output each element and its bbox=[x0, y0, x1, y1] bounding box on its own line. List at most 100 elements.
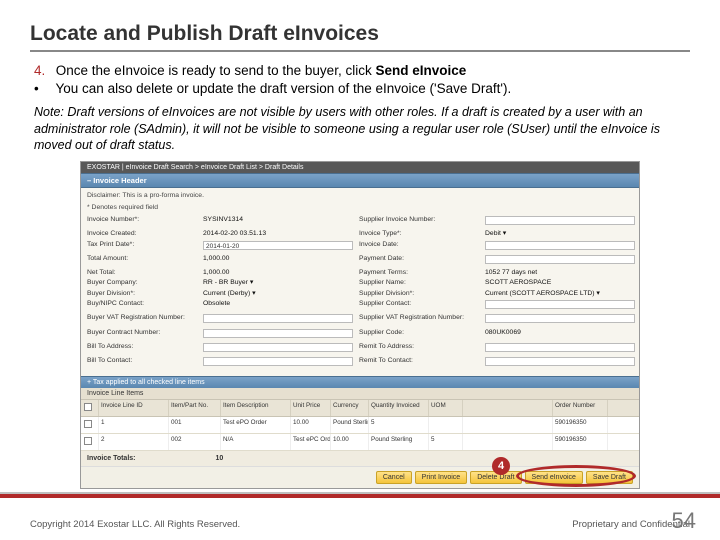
cell: 002 bbox=[169, 434, 221, 450]
step-text: Once the eInvoice is ready to send to th… bbox=[56, 63, 376, 78]
lbl-buyco: Buyer Company: bbox=[87, 279, 197, 288]
section-line-items: Invoice Line Items bbox=[81, 388, 639, 399]
lbl-payterm: Payment Terms: bbox=[359, 269, 479, 278]
cell: 5 bbox=[369, 417, 429, 433]
lbl-invdate: Invoice Date: bbox=[359, 241, 479, 254]
cell: Pound Sterling bbox=[369, 434, 429, 450]
checkbox-all[interactable] bbox=[84, 403, 92, 411]
checkbox-row[interactable] bbox=[84, 437, 92, 445]
lbl-buycon: Buy/NIPC Contact: bbox=[87, 300, 197, 313]
input-billto[interactable] bbox=[203, 357, 353, 366]
section-tax[interactable]: + Tax applied to all checked line items bbox=[81, 376, 639, 388]
page-title: Locate and Publish Draft eInvoices bbox=[30, 22, 690, 46]
lbl-billto: Bill To Contact: bbox=[87, 357, 197, 370]
val-supdiv[interactable]: Current (SCOTT AEROSPACE LTD) ▾ bbox=[485, 290, 635, 299]
val-buydiv[interactable]: Current (Derby) ▾ bbox=[203, 290, 353, 299]
bullet: • bbox=[34, 80, 52, 98]
lbl-buydiv: Buyer Division*: bbox=[87, 290, 197, 299]
col-unit-price: Unit Price bbox=[291, 400, 331, 416]
lbl-taxdate: Tax Print Date*: bbox=[87, 241, 197, 254]
col-item-part: Item/Part No. bbox=[169, 400, 221, 416]
cell: Test ePC Order bbox=[291, 434, 331, 450]
cell: 10.00 bbox=[331, 434, 369, 450]
lbl-buyvat: Buyer VAT Registration Number: bbox=[87, 314, 197, 327]
cell: 2 bbox=[99, 434, 169, 450]
input-supcon[interactable] bbox=[485, 300, 635, 309]
input-remitcon[interactable] bbox=[485, 357, 635, 366]
save-draft-button[interactable]: Save Draft bbox=[586, 471, 633, 484]
val-buycon: Obsolete bbox=[203, 300, 353, 313]
val-created: 2014-02-20 03.51.13 bbox=[203, 230, 353, 239]
val-invtype[interactable]: Debit ▾ bbox=[485, 230, 635, 239]
disclaimer-1: Disclaimer: This is a pro-forma invoice. bbox=[87, 192, 633, 201]
send-einvoice-button[interactable]: Send eInvoice bbox=[525, 471, 583, 484]
line-items-grid: Invoice Line ID Item/Part No. Item Descr… bbox=[81, 399, 639, 451]
page-number: 54 bbox=[672, 508, 696, 534]
col-uom: UOM bbox=[429, 400, 463, 416]
cell: 001 bbox=[169, 417, 221, 433]
val-invoice-number: SYSINV1314 bbox=[203, 216, 353, 229]
val-payterm: 1052 77 days net bbox=[485, 269, 635, 278]
col-order-number: Order Number bbox=[553, 400, 608, 416]
cell: 10.00 bbox=[291, 417, 331, 433]
lbl-remit: Remit To Address: bbox=[359, 343, 479, 356]
val-buyco[interactable]: RR - BR Buyer ▾ bbox=[203, 279, 353, 288]
cell bbox=[429, 417, 463, 433]
checkbox-row[interactable] bbox=[84, 420, 92, 428]
print-invoice-button[interactable]: Print Invoice bbox=[415, 471, 468, 484]
table-row: 2 002 N/A Test ePC Order 10.00 Pound Ste… bbox=[81, 434, 639, 451]
col-currency: Currency bbox=[331, 400, 369, 416]
cell: Pound Sterling bbox=[331, 417, 369, 433]
lbl-totamt: Total Amount: bbox=[87, 255, 197, 268]
section-invoice-header: – Invoice Header bbox=[81, 173, 639, 188]
step-number: 4. bbox=[34, 62, 52, 80]
cell: Test ePO Order bbox=[221, 417, 291, 433]
val-totamt: 1,000.00 bbox=[203, 255, 353, 268]
totals-value: 10 bbox=[216, 455, 224, 462]
lbl-paydate: Payment Date: bbox=[359, 255, 479, 268]
input-supvat[interactable] bbox=[485, 314, 635, 323]
cell: 590196350 bbox=[553, 434, 608, 450]
cell bbox=[463, 434, 553, 450]
cell: 590196350 bbox=[553, 417, 608, 433]
val-supcode: 080UK0069 bbox=[485, 329, 635, 342]
lbl-billfrom: Bill To Address: bbox=[87, 343, 197, 356]
lbl-supcode: Supplier Code: bbox=[359, 329, 479, 342]
lbl-supname: Supplier Name: bbox=[359, 279, 479, 288]
cell: 1 bbox=[99, 417, 169, 433]
footer-copyright: Copyright 2014 Exostar LLC. All Rights R… bbox=[30, 519, 240, 530]
input-paydate[interactable] bbox=[485, 255, 635, 264]
lbl-supdiv: Supplier Division*: bbox=[359, 290, 479, 299]
input-billfrom[interactable] bbox=[203, 343, 353, 352]
screenshot-embed: EXOSTAR | eInvoice Draft Search > eInvoi… bbox=[80, 161, 640, 489]
disclaimer-2: * Denotes required field bbox=[87, 204, 633, 213]
cancel-button[interactable]: Cancel bbox=[376, 471, 412, 484]
cell: N/A bbox=[221, 434, 291, 450]
col-qty: Quantity Invoiced bbox=[369, 400, 429, 416]
lbl-created: Invoice Created: bbox=[87, 230, 197, 239]
lbl-buyctr: Buyer Contract Number: bbox=[87, 329, 197, 342]
lbl-invtype: Invoice Type*: bbox=[359, 230, 479, 239]
lbl-supplier-inv: Supplier Invoice Number: bbox=[359, 216, 479, 229]
step-list: 4. Once the eInvoice is ready to send to… bbox=[34, 62, 690, 98]
title-rule bbox=[30, 50, 690, 52]
lbl-nettot: Net Total: bbox=[87, 269, 197, 278]
input-invdate[interactable] bbox=[485, 241, 635, 250]
table-row: 1 001 Test ePO Order 10.00 Pound Sterlin… bbox=[81, 417, 639, 434]
input-buyvat[interactable] bbox=[203, 314, 353, 323]
col-invoice-line-id: Invoice Line ID bbox=[99, 400, 169, 416]
totals-label: Invoice Totals: bbox=[87, 455, 136, 462]
val-supname: SCOTT AEROSPACE bbox=[485, 279, 635, 288]
lbl-supvat: Supplier VAT Registration Number: bbox=[359, 314, 479, 327]
col-description: Item Description bbox=[221, 400, 291, 416]
button-row: Cancel Print Invoice Delete Draft Send e… bbox=[81, 466, 639, 488]
input-taxdate[interactable]: 2014-01-20 bbox=[203, 241, 353, 250]
input-supplier-inv[interactable] bbox=[485, 216, 635, 225]
col-blank bbox=[463, 400, 553, 416]
input-remit[interactable] bbox=[485, 343, 635, 352]
lbl-invoice-number: Invoice Number*: bbox=[87, 216, 197, 229]
bullet-text: You can also delete or update the draft … bbox=[56, 81, 512, 96]
cell bbox=[463, 417, 553, 433]
input-buyctr[interactable] bbox=[203, 329, 353, 338]
note-text: Note: Draft versions of eInvoices are no… bbox=[34, 104, 690, 153]
